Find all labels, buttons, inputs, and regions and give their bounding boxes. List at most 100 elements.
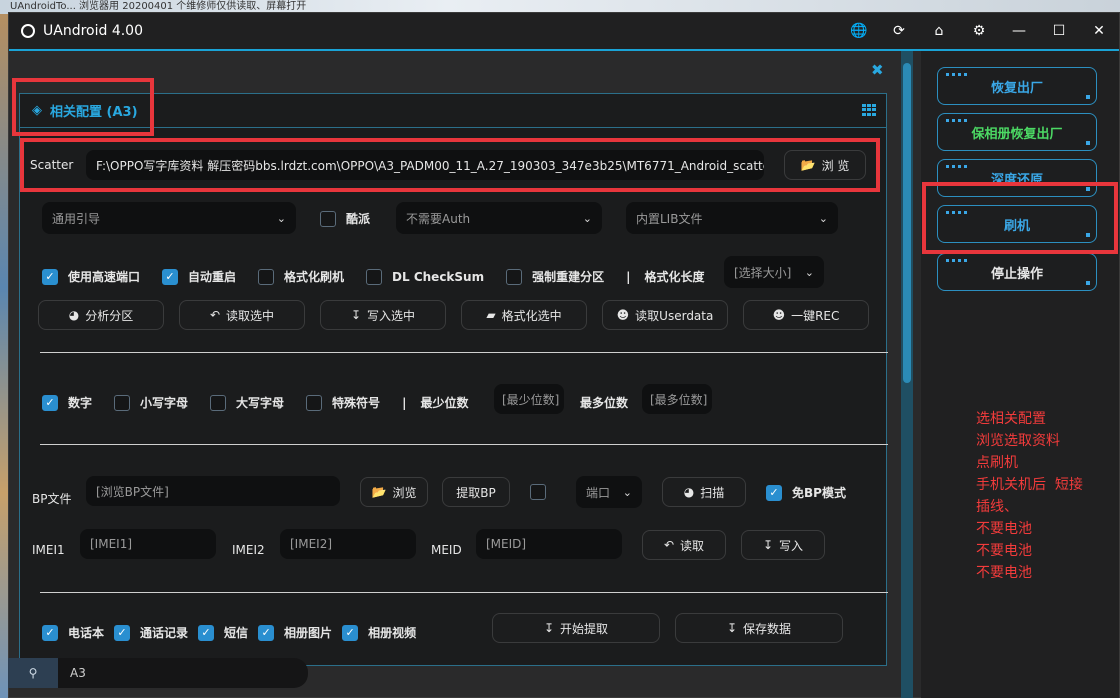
min-digits-field[interactable]: [最少位数] [494,384,564,414]
maximize-icon[interactable]: ☐ [1039,13,1079,49]
globe-icon[interactable]: 🌐 [839,13,879,49]
read-selected-button[interactable]: ↶ 读取选中 [179,300,305,330]
one-key-rec-button[interactable]: ☻ 一键REC [743,300,869,330]
format-selected-button[interactable]: ▰ 格式化选中 [461,300,587,330]
user-icon: ☻ [616,308,630,322]
reply-arrow-icon: ↶ [209,308,221,322]
download-arrow-icon: ↧ [726,621,738,635]
calls-checkbox[interactable]: ✓ [114,624,131,641]
app-window: UAndroid 4.00 🌐 ⟳ ⌂ ⚙ — ☐ ✕ ✖ ◈ 相关配置 (A3… [8,12,1120,698]
photos-checkbox[interactable]: ✓ [258,624,275,641]
app-logo-icon [21,24,35,38]
contacts-checkbox[interactable]: ✓ [42,624,58,641]
lib-select[interactable]: 内置LIB文件 ⌄ [626,202,838,234]
imei-write-button[interactable]: ↧ 写入 [741,530,825,560]
read-userdata-button[interactable]: ☻ 读取Userdata [602,300,728,330]
format-flash-label: 格式化刷机 [284,270,345,284]
lowercase-checkbox[interactable] [114,394,131,411]
chevron-down-icon: ⌄ [582,211,592,225]
format-flash-checkbox[interactable] [258,268,275,285]
divider [40,592,888,593]
settings-icon[interactable]: ⚙ [959,13,999,49]
stop-operation-button[interactable]: 停止操作 [937,253,1097,291]
special-label: 特殊符号 [332,396,381,410]
annotation-note: 选相关配置 浏览选取资料 点刷机 手机关机后 短接 插线、 不要电池 不要电池 … [976,411,1083,581]
port-select[interactable]: 端口 ⌄ [576,476,642,508]
grid-icon[interactable] [862,104,876,116]
dl-checksum-label: DL CheckSum [392,269,485,284]
videos-label: 相册视频 [368,626,417,640]
folder-icon: 📂 [371,485,387,499]
bp-checkbox[interactable] [530,484,546,500]
uppercase-label: 大写字母 [236,396,285,410]
auth-select[interactable]: 不需要Auth ⌄ [396,202,602,234]
kupai-option[interactable]: 酷派 [320,210,370,227]
imei2-field[interactable]: [IMEI2] [280,529,416,559]
kupai-label: 酷派 [346,212,371,226]
scrollbar-thumb[interactable] [903,63,911,383]
write-selected-button[interactable]: ↧ 写入选中 [320,300,446,330]
high-speed-checkbox[interactable]: ✓ [42,268,58,285]
panel-close-icon[interactable]: ✖ [871,61,884,79]
imei1-label: IMEI1 [32,543,65,557]
lowercase-label: 小写字母 [140,396,189,410]
contacts-label: 电话本 [68,626,105,640]
search-input[interactable]: A3 [70,666,86,680]
max-digits-field[interactable]: [最多位数] [642,384,712,414]
search-icon[interactable]: ⚲ [8,658,58,688]
high-speed-label: 使用高速端口 [68,270,141,284]
dl-checksum-checkbox[interactable] [366,268,383,285]
minimize-icon[interactable]: — [999,13,1039,49]
eraser-icon: ▰ [486,308,496,322]
chevron-down-icon: ⌄ [818,211,828,225]
meid-label: MEID [431,543,462,557]
boot-select[interactable]: 通用引导 ⌄ [42,202,296,234]
auto-reboot-checkbox[interactable]: ✓ [162,268,179,285]
save-data-button[interactable]: ↧ 保存数据 [675,613,843,643]
max-digits-label: 最多位数 [580,396,629,410]
download-arrow-icon: ↧ [350,308,362,322]
special-checkbox[interactable] [306,394,323,411]
start-extract-button[interactable]: ↧ 开始提取 [492,613,660,643]
chevron-down-icon: ⌄ [276,211,286,225]
force-rebuild-checkbox[interactable] [506,268,523,285]
user-icon: ☻ [772,308,786,322]
meid-field[interactable]: [MEID] [476,529,622,559]
force-rebuild-label: 强制重建分区 [532,270,605,284]
min-digits-label: 最少位数 [420,396,469,410]
bp-browse-button[interactable]: 📂 浏览 [360,477,428,507]
imei-read-button[interactable]: ↶ 读取 [642,530,726,560]
uppercase-checkbox[interactable] [210,394,227,411]
factory-reset-button[interactable]: 恢复出厂 [937,67,1097,105]
free-bp-option[interactable]: ✓ 免BP模式 [766,484,846,501]
analyze-partition-button[interactable]: ◕ 分析分区 [38,300,164,330]
window-title: UAndroid 4.00 [43,23,143,39]
keep-album-reset-button[interactable]: 保相册恢复出厂 [937,113,1097,151]
digits-checkbox[interactable]: ✓ [42,394,58,411]
download-arrow-icon: ↧ [543,621,555,635]
size-select[interactable]: [选择大小] ⌄ [724,256,824,288]
separator: | [626,269,631,284]
separator: | [402,395,407,410]
imei1-field[interactable]: [IMEI1] [80,529,216,559]
divider [40,444,888,445]
divider [40,352,888,353]
sms-checkbox[interactable]: ✓ [198,624,215,641]
videos-checkbox[interactable]: ✓ [342,624,359,641]
free-bp-label: 免BP模式 [792,486,846,500]
extract-bp-button[interactable]: 提取BP [442,477,510,507]
scan-button[interactable]: ◕ 扫描 [662,477,746,507]
free-bp-checkbox[interactable]: ✓ [766,484,782,501]
refresh-icon[interactable]: ⟳ [879,13,919,49]
kupai-checkbox[interactable] [320,210,336,227]
home-icon[interactable]: ⌂ [919,13,959,49]
password-options-row: ✓ 数字 小写字母 大写字母 特殊符号 | 最少位数 [42,394,468,411]
format-length-label: 格式化长度 [644,270,705,284]
digits-label: 数字 [68,396,93,410]
close-icon[interactable]: ✕ [1079,13,1119,49]
search-bar[interactable]: ⚲ A3 [8,658,308,688]
chevron-down-icon: ⌄ [622,485,632,499]
calls-label: 通话记录 [140,626,189,640]
reply-arrow-icon: ↶ [663,538,675,552]
bp-file-field[interactable]: [浏览BP文件] [86,476,340,506]
